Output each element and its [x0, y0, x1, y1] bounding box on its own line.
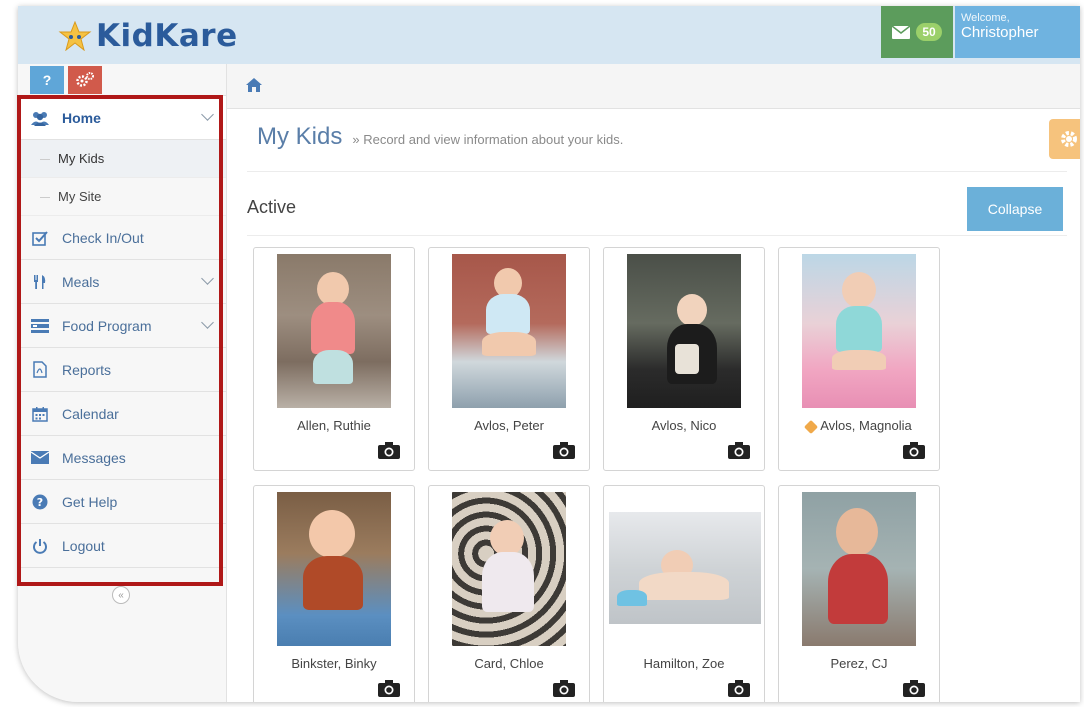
kid-name-text: Avlos, Magnolia	[820, 418, 912, 433]
envelope-icon	[30, 448, 50, 468]
sidebar-item-calendar[interactable]: Calendar	[18, 392, 226, 436]
sidebar-item-label: Food Program	[62, 317, 152, 334]
camera-icon[interactable]	[553, 442, 575, 459]
kid-name: Hamilton, Zoe	[643, 656, 725, 671]
camera-icon[interactable]	[378, 680, 400, 697]
kid-name: Avlos, Magnolia	[779, 418, 939, 434]
sidebar-item-label: Meals	[62, 273, 100, 290]
sidebar-item-meals[interactable]: Meals	[18, 260, 226, 304]
submenu-item-my-kids[interactable]: My Kids	[18, 140, 226, 178]
sidebar-menu: Home My Kids My Site Check In/Out Meals	[18, 96, 226, 568]
food-program-icon	[30, 316, 50, 336]
messages-button[interactable]: 50	[881, 6, 953, 58]
sidebar-item-label: Check In/Out	[62, 229, 144, 246]
kid-card[interactable]: Binkster, Binky	[253, 485, 415, 702]
page-header: My Kids » Record and view information ab…	[257, 123, 623, 151]
tag-icon	[804, 419, 819, 434]
power-icon	[30, 536, 50, 556]
page-subtitle: » Record and view information about your…	[352, 132, 624, 147]
kid-name: Binkster, Binky	[291, 656, 377, 671]
chevron-down-icon	[201, 108, 214, 121]
divider	[247, 171, 1067, 172]
kid-photo	[452, 254, 566, 408]
users-icon	[30, 108, 50, 128]
calendar-icon	[30, 404, 50, 424]
kidkare-logo[interactable]: KidKare	[58, 16, 238, 56]
collapse-button[interactable]: Collapse	[967, 187, 1063, 231]
kid-photo	[277, 254, 391, 408]
welcome-label: Welcome,	[961, 12, 1010, 24]
sidebar-item-check-in-out[interactable]: Check In/Out	[18, 216, 226, 260]
kid-name: Allen, Ruthie	[297, 418, 371, 433]
kid-card[interactable]: Avlos, Nico	[603, 247, 765, 471]
svg-text:?: ?	[37, 496, 43, 509]
kid-photo	[627, 254, 741, 408]
kid-photo	[452, 492, 566, 646]
sidebar-item-label: Messages	[62, 449, 126, 466]
main-content: My Kids » Record and view information ab…	[227, 109, 1080, 702]
camera-icon[interactable]	[728, 680, 750, 697]
sidebar-item-messages[interactable]: Messages	[18, 436, 226, 480]
camera-icon[interactable]	[903, 680, 925, 697]
submenu-item-my-site[interactable]: My Site	[18, 178, 226, 216]
chevron-down-icon	[201, 316, 214, 329]
kid-card[interactable]: Allen, Ruthie	[253, 247, 415, 471]
cogs-icon	[76, 72, 94, 87]
checkbox-icon	[30, 228, 50, 248]
question-circle-icon: ?	[30, 492, 50, 512]
kid-card[interactable]: Hamilton, Zoe	[603, 485, 765, 702]
page-title: My Kids	[257, 123, 343, 150]
sidebar: ? Home My Kids My Site Check In/Out Meal…	[18, 64, 227, 702]
kid-photo	[277, 492, 391, 646]
gear-icon	[1061, 131, 1077, 147]
user-menu[interactable]: Welcome, Christopher	[955, 6, 1080, 58]
pdf-icon	[30, 360, 50, 380]
sidebar-item-label: Logout	[62, 537, 105, 554]
sidebar-item-home[interactable]: Home	[18, 96, 226, 140]
camera-icon[interactable]	[378, 442, 400, 459]
settings-button[interactable]	[68, 66, 102, 94]
sidebar-item-get-help[interactable]: ? Get Help	[18, 480, 226, 524]
kid-photo	[609, 512, 761, 624]
camera-icon[interactable]	[903, 442, 925, 459]
app-window: KidKare 50 Welcome, Christopher ? Home M…	[18, 6, 1080, 702]
camera-icon[interactable]	[728, 442, 750, 459]
sidebar-collapse-toggle[interactable]: «	[112, 586, 130, 604]
kid-name: Perez, CJ	[830, 656, 888, 671]
double-chevron-left-icon: «	[118, 589, 124, 601]
kid-card[interactable]: Perez, CJ	[778, 485, 940, 702]
logo-text: KidKare	[96, 18, 238, 54]
user-name: Christopher	[961, 24, 1039, 41]
kid-card[interactable]: Avlos, Peter	[428, 247, 590, 471]
sidebar-item-food-program[interactable]: Food Program	[18, 304, 226, 348]
divider	[247, 235, 1067, 236]
section-title-active: Active	[247, 197, 297, 217]
kid-photo	[802, 492, 916, 646]
breadcrumb	[227, 64, 1080, 109]
kid-name: Avlos, Peter	[474, 418, 544, 433]
utensils-icon	[30, 272, 50, 292]
camera-icon[interactable]	[553, 680, 575, 697]
sidebar-item-label: Get Help	[62, 493, 118, 510]
help-button[interactable]: ?	[30, 66, 64, 94]
top-bar: KidKare 50 Welcome, Christopher	[18, 6, 1080, 64]
question-icon: ?	[42, 72, 52, 88]
sidebar-item-reports[interactable]: Reports	[18, 348, 226, 392]
kid-name: Card, Chloe	[474, 656, 544, 671]
kid-name: Avlos, Nico	[651, 418, 717, 433]
message-count-badge: 50	[916, 23, 942, 41]
envelope-icon	[892, 25, 911, 39]
kid-card[interactable]: Card, Chloe	[428, 485, 590, 702]
kid-photo	[802, 254, 916, 408]
logo-star-icon	[58, 20, 92, 52]
kid-card[interactable]: Avlos, Magnolia	[778, 247, 940, 471]
page-settings-button[interactable]	[1049, 119, 1080, 159]
sidebar-shortcuts: ?	[18, 64, 226, 96]
chevron-down-icon	[201, 272, 214, 285]
sidebar-item-label: Reports	[62, 361, 112, 378]
sidebar-item-label: Home	[62, 109, 101, 126]
sidebar-item-logout[interactable]: Logout	[18, 524, 226, 568]
sidebar-item-label: Calendar	[62, 405, 119, 422]
home-icon[interactable]	[245, 77, 263, 98]
